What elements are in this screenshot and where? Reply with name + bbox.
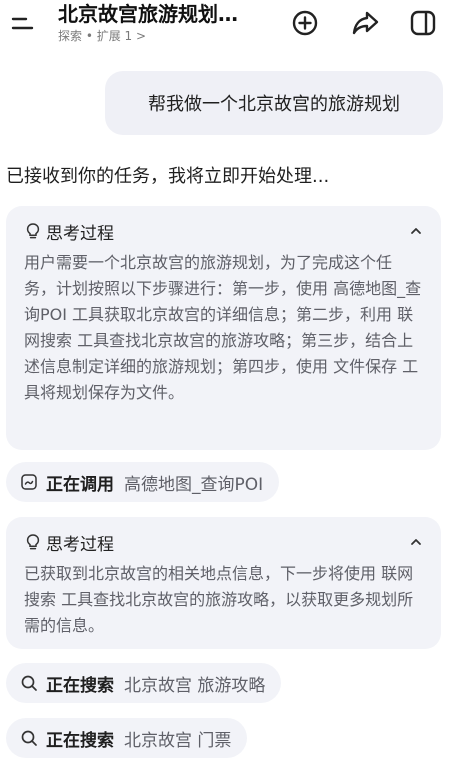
conversation-subtitle[interactable]: 探索 • 扩展 1 > xyxy=(58,28,146,44)
thinking-card-2[interactable]: 思考过程 已获取到北京故宫的相关地点信息，下一步将使用 联网搜索 工具查找北京故… xyxy=(6,517,441,649)
thinking-card-body: 用户需要一个北京故宫的旅游规划，为了完成这个任务，计划按照以下步骤进行：第一步，… xyxy=(24,253,422,402)
thinking-card-title: 思考过程 xyxy=(46,223,114,244)
search-status: 正在搜索 xyxy=(46,675,114,696)
tool-call-chip[interactable]: 正在调用 高德地图_查询POI xyxy=(6,462,280,502)
thinking-card-title: 思考过程 xyxy=(46,534,114,555)
top-bar: 北京故宫旅游规划… 探索 • 扩展 1 > xyxy=(0,0,449,52)
thinking-card-header[interactable]: 思考过程 xyxy=(24,531,423,555)
lightbulb-icon xyxy=(26,534,40,550)
sidebar-toggle-button[interactable] xyxy=(408,8,438,38)
search-icon xyxy=(21,730,37,746)
menu-icon[interactable] xyxy=(10,12,36,38)
search-icon xyxy=(21,675,37,691)
lightbulb-icon xyxy=(26,223,40,239)
tool-icon xyxy=(21,474,37,490)
user-message-bubble: 帮我做一个北京故宫的旅游规划 xyxy=(105,71,443,135)
thinking-card-1[interactable]: 思考过程 用户需要一个北京故宫的旅游规划，为了完成这个任务，计划按照以下步骤进行… xyxy=(6,206,441,450)
thinking-card-body: 已获取到北京故宫的相关地点信息，下一步将使用 联网搜索 工具查找北京故宫的旅游攻… xyxy=(24,564,414,635)
search-chip-1[interactable]: 正在搜索 北京故宫 旅游攻略 xyxy=(6,663,282,703)
share-icon xyxy=(352,11,379,35)
chevron-up-icon[interactable] xyxy=(409,535,423,549)
share-button[interactable] xyxy=(350,8,380,38)
sidebar-icon xyxy=(410,10,436,36)
search-query: 北京故宫 门票 xyxy=(124,730,232,751)
new-chat-button[interactable] xyxy=(290,8,320,38)
chevron-up-icon[interactable] xyxy=(409,224,423,238)
tool-call-status: 正在调用 xyxy=(46,474,114,495)
tool-call-name: 高德地图_查询POI xyxy=(124,474,264,495)
search-query: 北京故宫 旅游攻略 xyxy=(124,675,266,696)
conversation-title[interactable]: 北京故宫旅游规划… xyxy=(58,1,276,27)
thinking-card-header[interactable]: 思考过程 xyxy=(24,220,423,244)
search-chip-2[interactable]: 正在搜索 北京故宫 门票 xyxy=(6,718,248,758)
assistant-ack-text: 已接收到你的任务，我将立即开始处理... xyxy=(6,166,330,187)
search-status: 正在搜索 xyxy=(46,730,114,751)
new-chat-icon xyxy=(292,10,318,36)
